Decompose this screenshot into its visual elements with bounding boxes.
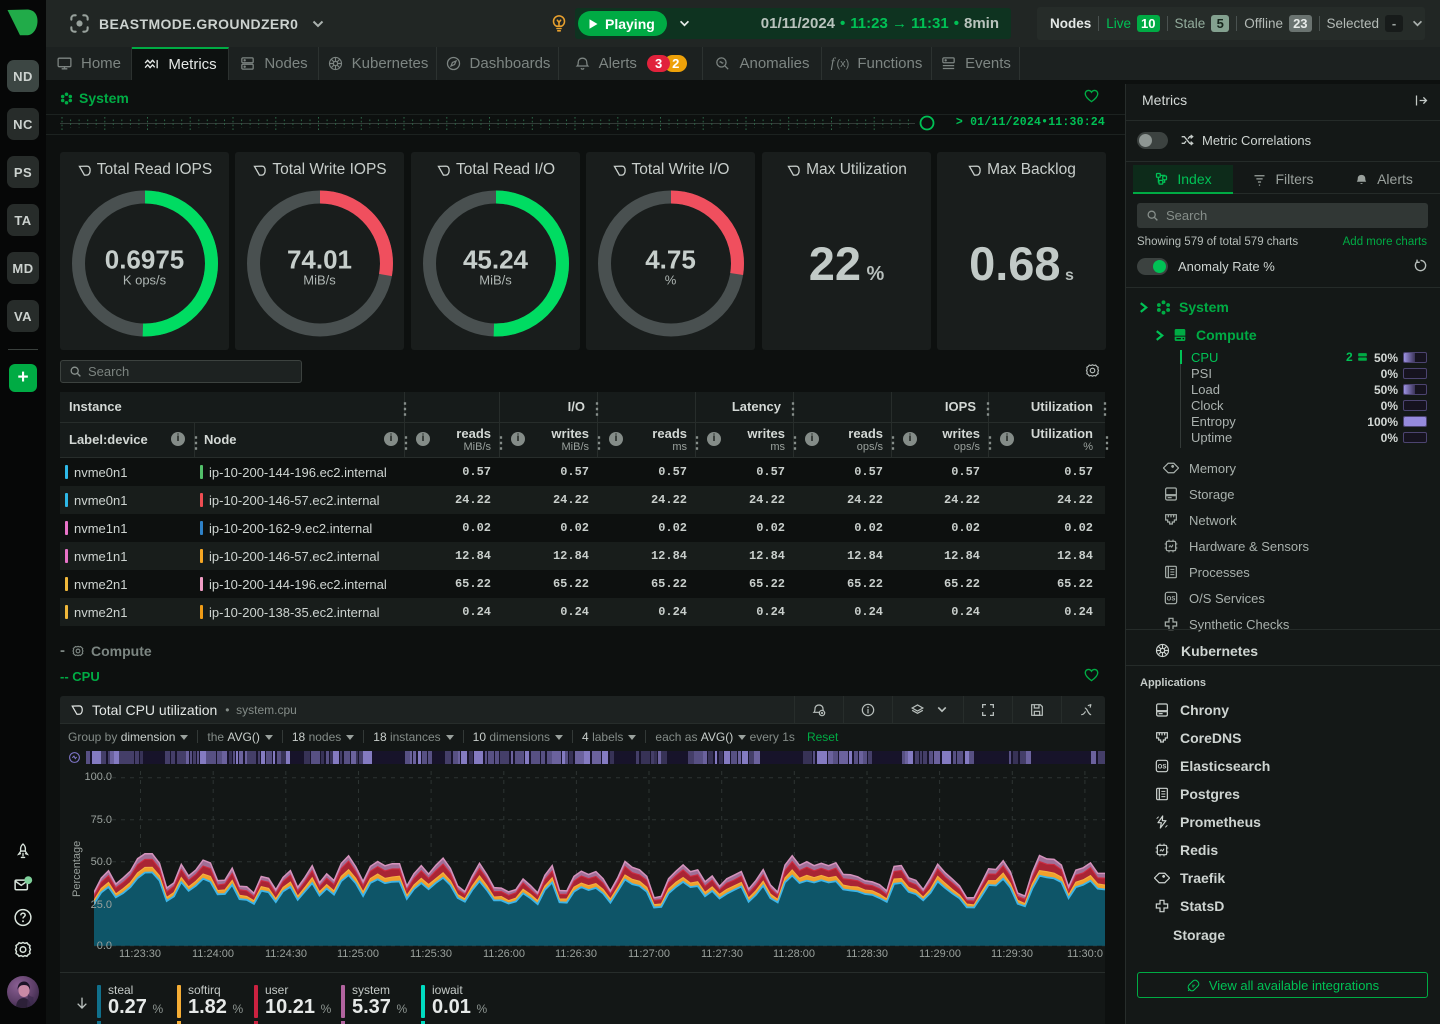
svg-text:OS: OS [1158, 764, 1167, 770]
svg-text:OS: OS [1167, 596, 1176, 602]
